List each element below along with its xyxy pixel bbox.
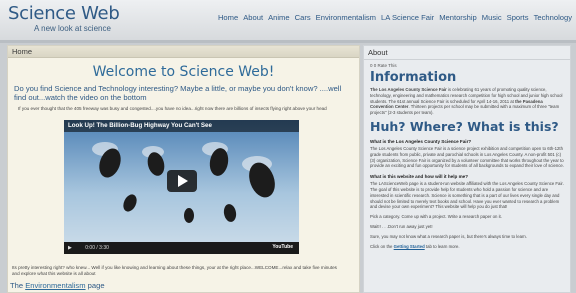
site-header: Science Web A new look at science Home A… xyxy=(0,0,576,40)
env-suffix: page xyxy=(85,281,105,290)
environmentalism-heading: The Environmentalism page xyxy=(10,281,105,290)
site-tagline: A new look at science xyxy=(34,24,111,33)
nav-home[interactable]: Home xyxy=(218,13,238,22)
nav-la-science-fair[interactable]: LA Science Fair xyxy=(381,13,434,22)
intro-text: Do you find Science and Technology inter… xyxy=(14,84,342,103)
getting-started-link[interactable]: Getting Started xyxy=(394,244,425,249)
nav-technology[interactable]: Technology xyxy=(534,13,572,22)
a6-suffix: tab to learn more. xyxy=(424,243,460,249)
nav-environmentalism[interactable]: Environmentalism xyxy=(316,13,376,22)
answer-6: Click on the Getting Started tab to lear… xyxy=(370,244,564,250)
a6-prefix: Click on the xyxy=(370,243,394,249)
rating-widget[interactable]: 0 0 Rate This xyxy=(370,63,564,68)
youtube-logo[interactable]: YouTube xyxy=(272,244,293,250)
header-divider xyxy=(0,40,576,43)
welcome-heading: Welcome to Science Web! xyxy=(92,64,275,80)
answer-5: Sure, you may not know what a research p… xyxy=(370,233,528,239)
video-player[interactable]: Look Up! The Billion-Bug Highway You Can… xyxy=(64,120,299,254)
answer-4: Wait!! . . .Don't run away just yet! xyxy=(370,223,433,229)
video-controls: ▶ 0:00 / 3:30 YouTube xyxy=(64,242,299,254)
env-prefix: The xyxy=(10,281,26,290)
about-panel-title: About xyxy=(364,46,570,60)
after-video-text: Its pretty interesting right? who knew..… xyxy=(12,265,337,276)
information-text: The Los Angeles County Science Fair is c… xyxy=(370,87,564,116)
science-fair-name: The Los Angeles County Science Fair xyxy=(370,87,447,92)
video-title[interactable]: Look Up! The Billion-Bug Highway You Can… xyxy=(64,120,299,132)
play-button[interactable] xyxy=(167,170,197,192)
information-heading: Information xyxy=(370,70,457,85)
nav-about[interactable]: About xyxy=(243,13,263,22)
site-title[interactable]: Science Web xyxy=(8,3,120,24)
play-icon[interactable]: ▶ xyxy=(68,245,72,251)
answer-1: The Los Angeles County Science Fair is a… xyxy=(370,145,564,169)
question-2: What is this website and how will it hel… xyxy=(370,174,469,180)
bug-shape xyxy=(184,208,194,223)
home-panel-title: Home xyxy=(8,46,359,58)
about-panel: About 0 0 Rate This Information The Los … xyxy=(363,45,571,293)
video-time: 0:00 / 3:30 xyxy=(85,245,109,251)
huh-heading: Huh? Where? What is this? xyxy=(370,118,559,134)
nav-music[interactable]: Music xyxy=(482,13,502,22)
nav-sports[interactable]: Sports xyxy=(507,13,529,22)
question-1: What is the Los Angeles County Science F… xyxy=(370,138,472,144)
nav-anime[interactable]: Anime xyxy=(268,13,290,22)
main-nav: Home About Anime Cars Environmentalism L… xyxy=(218,13,572,22)
answer-2: The LAScienceWeb page is a student-run w… xyxy=(370,181,564,210)
answer-3: Pick a category. Come up with a project.… xyxy=(370,214,502,220)
freeway-text: If you ever thought that the 405 freeway… xyxy=(18,105,327,111)
environmentalism-link[interactable]: Environmentalism xyxy=(25,281,85,290)
nav-cars[interactable]: Cars xyxy=(295,13,311,22)
nav-mentorship[interactable]: Mentorship xyxy=(439,13,477,22)
